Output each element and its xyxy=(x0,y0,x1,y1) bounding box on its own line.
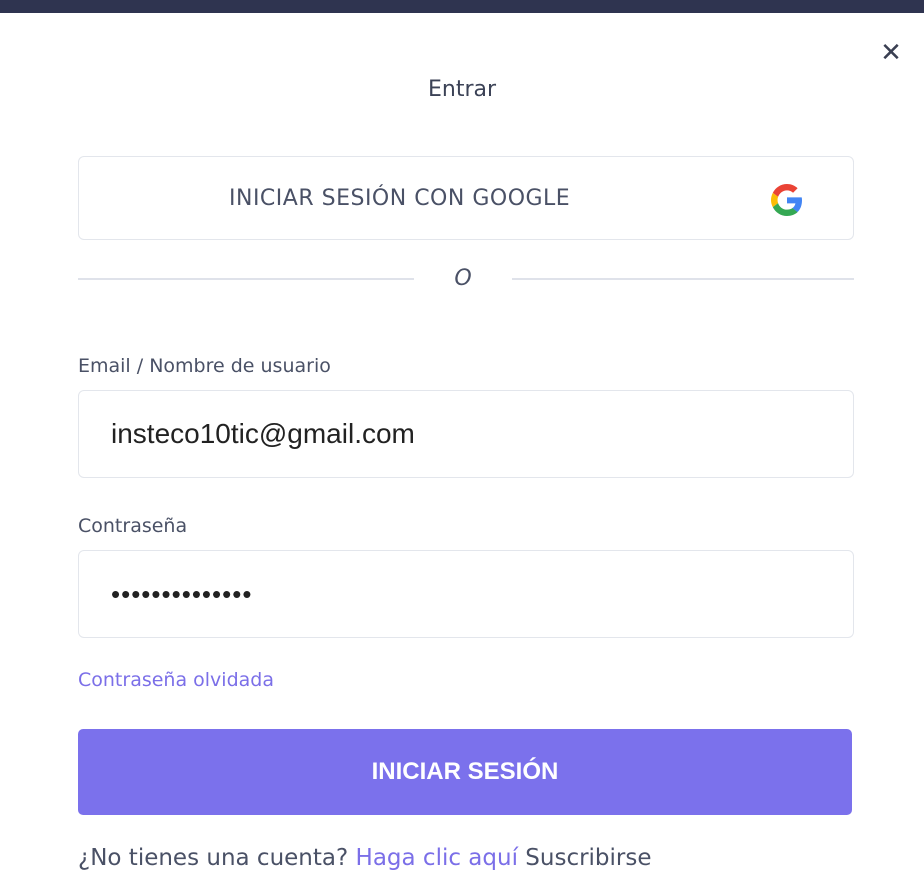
email-input[interactable] xyxy=(78,390,854,478)
signup-link[interactable]: Haga clic aquí xyxy=(356,845,518,871)
signup-suffix: Suscribirse xyxy=(525,845,652,871)
close-button[interactable]: ✕ xyxy=(876,38,906,68)
password-input[interactable] xyxy=(78,550,854,638)
google-signin-label: INICIAR SESIÓN CON GOOGLE xyxy=(229,186,571,211)
divider-line-left xyxy=(78,278,414,280)
google-signin-button[interactable]: INICIAR SESIÓN CON GOOGLE xyxy=(78,156,854,240)
google-icon xyxy=(771,184,802,216)
top-bar xyxy=(0,0,924,13)
close-icon: ✕ xyxy=(880,38,902,68)
login-button[interactable]: INICIAR SESIÓN xyxy=(78,729,852,815)
signup-prompt: ¿No tienes una cuenta? xyxy=(78,845,349,871)
divider-or: O xyxy=(454,266,472,291)
divider-line-right xyxy=(512,278,854,280)
password-label: Contraseña xyxy=(78,515,188,537)
forgot-password-link[interactable]: Contraseña olvidada xyxy=(78,668,274,692)
email-label: Email / Nombre de usuario xyxy=(78,355,331,377)
dialog-title: Entrar xyxy=(427,77,497,102)
signup-row: ¿No tienes una cuenta? Haga clic aquí Su… xyxy=(78,840,652,876)
